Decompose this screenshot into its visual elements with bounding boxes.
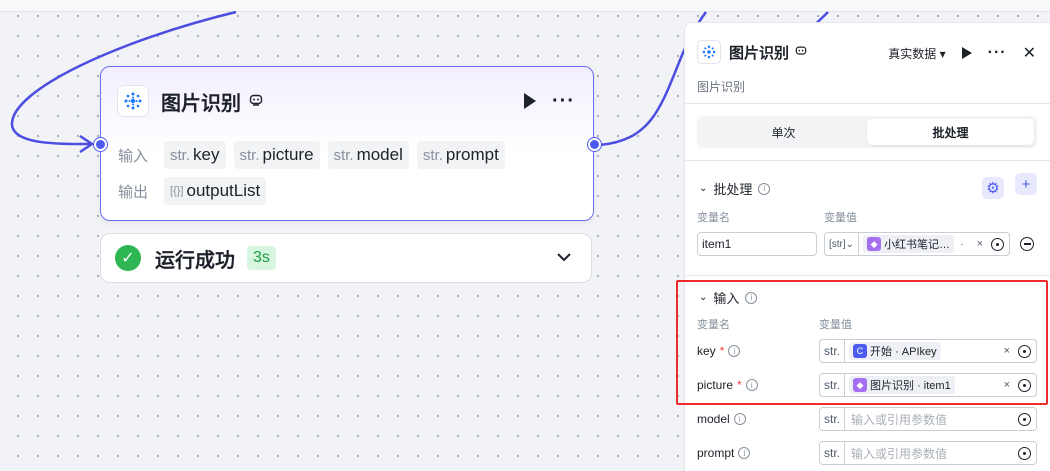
cube-icon: ◆ — [867, 237, 882, 251]
success-check-icon: ✓ — [115, 245, 141, 271]
data-mode-dropdown[interactable]: 真实数据 ▾ — [888, 45, 945, 62]
var-label-key: key * i — [697, 344, 741, 358]
status-text: 运行成功 — [155, 249, 235, 272]
divider — [685, 103, 1050, 104]
run-node-button[interactable] — [524, 93, 537, 109]
target-icon[interactable] — [1018, 344, 1031, 358]
mode-tabs: 单次 批处理 — [697, 116, 1037, 148]
node-title: 图片识别 — [161, 92, 241, 115]
tab-single[interactable]: 单次 — [700, 119, 867, 145]
chevron-down-icon: ⌄ — [699, 292, 708, 303]
var-label-prompt: prompt i — [697, 446, 751, 460]
chevron-down-icon[interactable] — [557, 249, 571, 267]
wire-arrowhead — [79, 134, 95, 154]
batch-item-value-field[interactable]: [str] ⌄ ◆ 小红书笔记… · × — [824, 232, 1010, 256]
info-icon: i — [738, 447, 751, 459]
add-batch-item-button[interactable]: + — [1015, 173, 1037, 195]
target-icon[interactable] — [1018, 378, 1031, 392]
image-recognition-node[interactable]: 图片识别 ··· 输入 str. key str. picture str. mode… — [100, 66, 594, 221]
input-label: 输入 — [118, 147, 149, 165]
col-value-label: 变量值 — [824, 212, 857, 224]
canvas-top-bar — [0, 0, 1050, 12]
target-icon[interactable] — [1018, 446, 1031, 460]
tab-batch[interactable]: 批处理 — [867, 119, 1034, 145]
ref-tag: C 开始 · APIkey — [849, 342, 941, 360]
key-value-field[interactable]: str. C 开始 · APIkey × — [819, 339, 1037, 363]
input-section-title[interactable]: ⌄ 输入 i — [699, 288, 758, 307]
chevron-down-icon: ⌄ — [699, 183, 708, 194]
info-icon: i — [758, 182, 771, 195]
run-panel-button[interactable] — [961, 47, 972, 59]
start-node-icon: C — [853, 344, 868, 358]
panel-more-button[interactable]: ··· — [988, 45, 1007, 61]
node-outputs-row: 输出 [{}] outputList — [118, 177, 267, 205]
info-icon: i — [733, 413, 746, 425]
output-chip-outputlist: [{}] outputList — [164, 177, 267, 205]
panel-title: 图片识别 — [729, 44, 790, 62]
target-icon[interactable] — [1018, 412, 1031, 426]
type-select[interactable]: [str] ⌄ — [825, 233, 860, 255]
divider — [685, 275, 1050, 276]
input-chip-picture: str. picture — [233, 141, 320, 169]
clear-icon[interactable]: × — [1004, 379, 1010, 391]
more-options-button[interactable]: ··· — [552, 91, 575, 111]
info-icon: i — [745, 291, 758, 304]
duration-badge: 3s — [247, 246, 276, 270]
cube-icon: ◆ — [853, 378, 868, 392]
batch-settings-button[interactable]: ⚙ — [982, 177, 1004, 199]
ref-tag: ◆ 小红书笔记… — [863, 235, 955, 253]
input-chip-prompt: str. prompt — [416, 141, 505, 169]
target-icon[interactable] — [991, 237, 1004, 251]
node-inputs-row: 输入 str. key str. picture str. model str. pro… — [118, 141, 505, 169]
input-chip-key: str. key — [164, 141, 226, 169]
ref-tag: ◆ 图片识别 · item1 — [849, 376, 955, 394]
clear-icon[interactable]: × — [1004, 345, 1010, 357]
remove-item-icon[interactable] — [1020, 237, 1034, 251]
node-config-panel: 图片识别 真实数据 ▾ ··· ✕ 图片识别 单次 批处理 ⌄ 批处理 i ⚙ … — [684, 22, 1050, 471]
panel-actions: 真实数据 ▾ ··· ✕ — [888, 43, 1036, 63]
prompt-placeholder: 输入或引用参数值 — [851, 446, 948, 461]
panel-subtitle: 图片识别 — [697, 80, 746, 94]
model-placeholder: 输入或引用参数值 — [851, 412, 948, 427]
col-value-label: 变量值 — [819, 319, 852, 331]
var-label-picture: picture * i — [697, 378, 758, 392]
plugin-logo-icon — [697, 40, 721, 64]
batch-item-name-input[interactable]: item1 — [697, 232, 817, 256]
batch-section-title[interactable]: ⌄ 批处理 i — [699, 179, 771, 198]
info-icon: i — [745, 379, 758, 391]
var-label-model: model i — [697, 412, 746, 426]
model-value-field[interactable]: str. 输入或引用参数值 — [819, 407, 1037, 431]
plugin-logo-icon — [117, 85, 149, 117]
close-icon[interactable]: ✕ — [1023, 43, 1036, 63]
divider — [685, 160, 1050, 161]
output-label: 输出 — [118, 183, 149, 201]
prompt-value-field[interactable]: str. 输入或引用参数值 — [819, 441, 1037, 465]
info-icon: i — [728, 345, 741, 357]
col-name-label: 变量名 — [697, 319, 730, 331]
run-status-bar[interactable]: ✓ 运行成功 3s — [100, 233, 592, 283]
node-header: 图片识别 — [117, 85, 263, 117]
node-actions: ··· — [524, 91, 575, 111]
plugin-badge-icon — [249, 93, 263, 110]
input-chip-model: str. model — [327, 141, 409, 169]
input-port[interactable] — [94, 138, 107, 151]
picture-value-field[interactable]: str. ◆ 图片识别 · item1 × — [819, 373, 1037, 397]
output-port[interactable] — [588, 138, 601, 151]
clear-icon[interactable]: × — [977, 238, 983, 250]
col-name-label: 变量名 — [697, 212, 730, 224]
panel-header: 图片识别 — [697, 40, 807, 64]
plugin-badge-icon — [795, 45, 807, 60]
